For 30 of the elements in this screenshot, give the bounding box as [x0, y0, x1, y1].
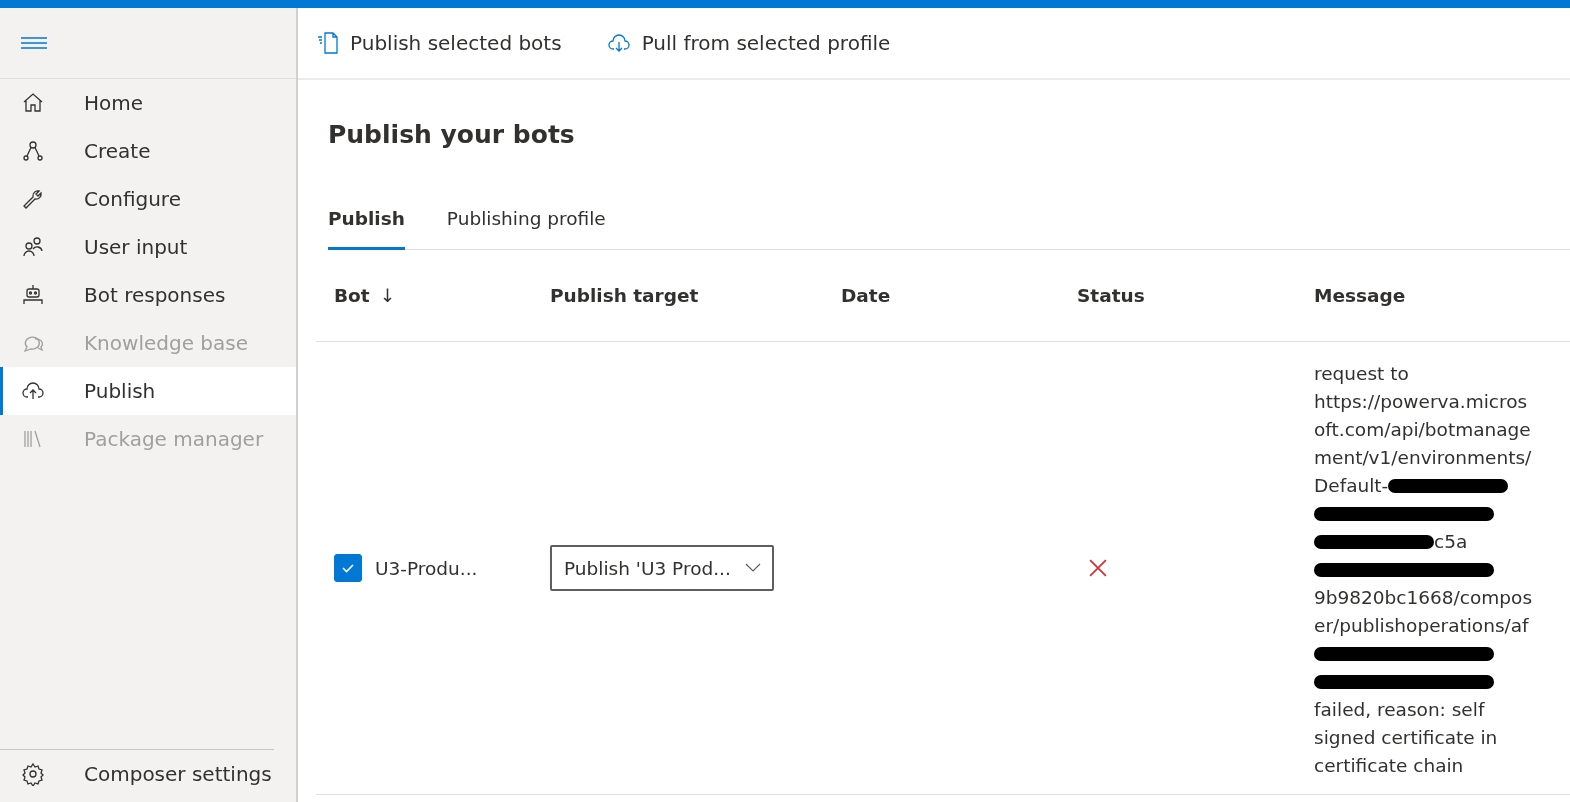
nav-item[interactable]: User input: [0, 223, 296, 271]
tab[interactable]: Publish: [328, 200, 405, 250]
bot-name: U3-Produ...: [375, 557, 478, 579]
target-dropdown[interactable]: Publish 'U3 Prod...: [550, 545, 774, 591]
document-icon: [316, 31, 340, 55]
toolbar-button[interactable]: Publish selected bots: [312, 31, 566, 55]
nav-item[interactable]: Bot responses: [0, 271, 296, 319]
nav-item[interactable]: Create: [0, 127, 296, 175]
settings-icon: [21, 762, 45, 786]
column-header[interactable]: Bot ↓: [334, 285, 396, 306]
nav-item[interactable]: Publish: [0, 367, 296, 415]
wrench-icon: [21, 187, 45, 211]
nav-item[interactable]: Home: [0, 79, 296, 127]
nav-item[interactable]: Configure: [0, 175, 296, 223]
column-header[interactable]: Publish target: [550, 285, 699, 306]
home-icon: [21, 91, 45, 115]
column-header[interactable]: Date: [841, 285, 891, 306]
checkbox[interactable]: [334, 554, 362, 582]
tab[interactable]: Publishing profile: [446, 200, 606, 250]
page-title: Publish your bots: [328, 120, 576, 150]
robot-icon: [21, 283, 45, 307]
people-icon: [21, 235, 45, 259]
chevron-down-icon: [744, 563, 762, 573]
column-header[interactable]: Status: [1077, 285, 1145, 306]
settings-item[interactable]: Composer settings: [0, 750, 296, 798]
toolbar-button[interactable]: Pull from selected profile: [601, 31, 895, 55]
menu-icon[interactable]: [21, 37, 47, 49]
nodes-icon: [21, 139, 45, 163]
column-header[interactable]: Message: [1314, 285, 1406, 306]
message-text: request to https://powerva.micros oft.com/api/botmanage ment/v1/environments/ Default- c5a 9b9820bc1668/compos er/publishoperations/af failed, reason: self signed certificate in certificate chain: [1313, 362, 1534, 778]
